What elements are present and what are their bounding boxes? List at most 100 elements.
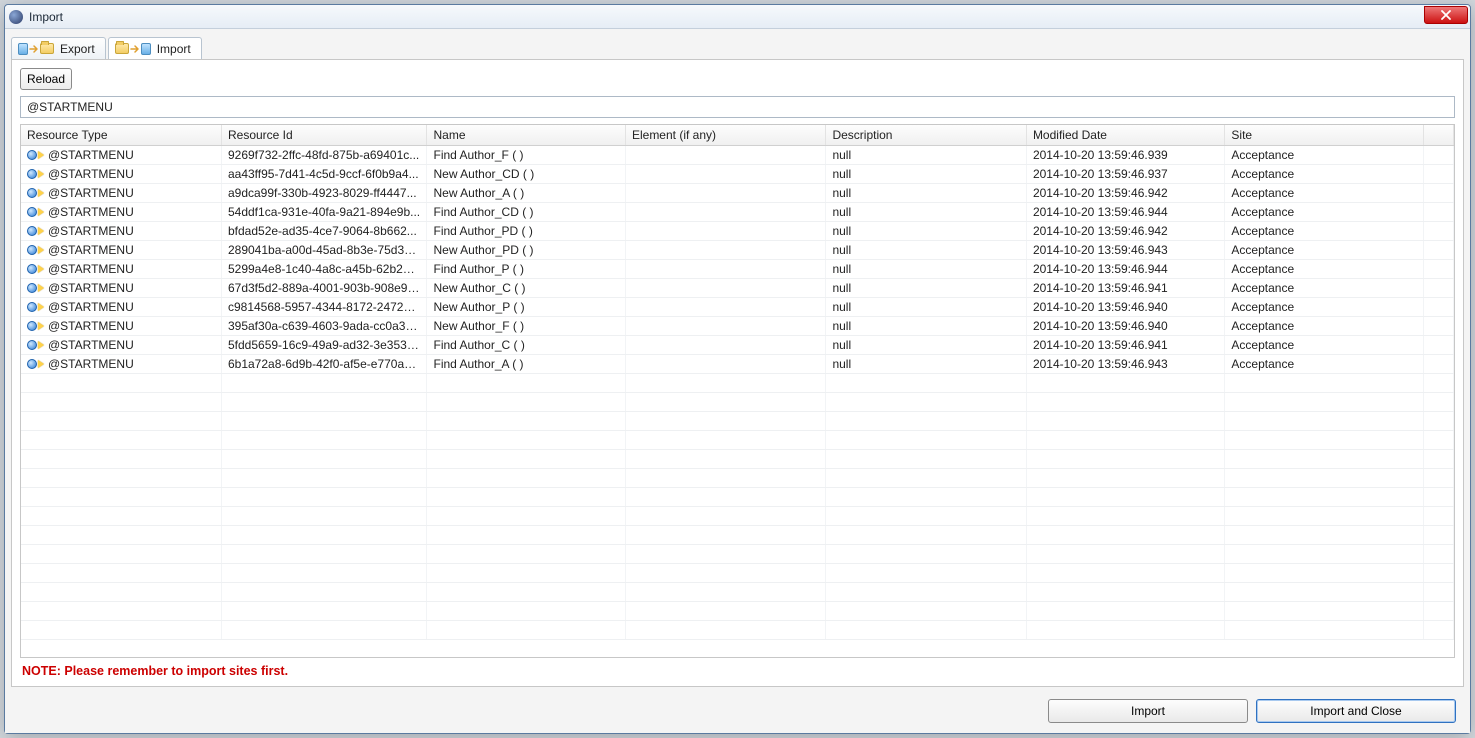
cell-element xyxy=(625,203,825,222)
close-button[interactable] xyxy=(1424,6,1468,24)
resource-icon xyxy=(27,340,44,350)
cell-resource-id: 9269f732-2ffc-48fd-875b-a69401c... xyxy=(221,146,427,165)
col-modified[interactable]: Modified Date xyxy=(1026,125,1224,146)
table-header-row: Resource Type Resource Id Name Element (… xyxy=(21,125,1454,146)
tab-export[interactable]: Export xyxy=(11,37,106,59)
resource-icon xyxy=(27,302,44,312)
cell-resource-type: @STARTMENU xyxy=(48,262,134,276)
cell-name: Find Author_PD ( ) xyxy=(427,222,625,241)
cell-site: Acceptance xyxy=(1225,279,1423,298)
cell-modified: 2014-10-20 13:59:46.943 xyxy=(1026,355,1224,374)
table-row[interactable]: @STARTMENU289041ba-a00d-45ad-8b3e-75d34.… xyxy=(21,241,1454,260)
col-site[interactable]: Site xyxy=(1225,125,1423,146)
table-row[interactable]: @STARTMENU6b1a72a8-6d9b-42f0-af5e-e770aa… xyxy=(21,355,1454,374)
resource-icon xyxy=(27,245,44,255)
cell-description: null xyxy=(826,146,1026,165)
cell-site: Acceptance xyxy=(1225,298,1423,317)
table-row-empty xyxy=(21,393,1454,412)
table-row[interactable]: @STARTMENUaa43ff95-7d41-4c5d-9ccf-6f0b9a… xyxy=(21,165,1454,184)
cell-description: null xyxy=(826,260,1026,279)
import-and-close-button[interactable]: Import and Close xyxy=(1256,699,1456,723)
cell-site: Acceptance xyxy=(1225,146,1423,165)
table-row-empty xyxy=(21,564,1454,583)
cell-name: Find Author_P ( ) xyxy=(427,260,625,279)
cell-name: Find Author_F ( ) xyxy=(427,146,625,165)
cell-modified: 2014-10-20 13:59:46.942 xyxy=(1026,184,1224,203)
titlebar[interactable]: Import xyxy=(5,5,1470,29)
cell-element xyxy=(625,298,825,317)
cell-resource-type: @STARTMENU xyxy=(48,357,134,371)
cell-element xyxy=(625,279,825,298)
cell-resource-type: @STARTMENU xyxy=(48,148,134,162)
table-row[interactable]: @STARTMENU5fdd5659-16c9-49a9-ad32-3e3537… xyxy=(21,336,1454,355)
cell-resource-id: 395af30a-c639-4603-9ada-cc0a31... xyxy=(221,317,427,336)
resource-icon xyxy=(27,321,44,331)
col-resource-id[interactable]: Resource Id xyxy=(221,125,427,146)
table-row[interactable]: @STARTMENU 67d3f5d2-889a-4001-903b-908e95… xyxy=(21,279,1454,298)
table-row-empty xyxy=(21,431,1454,450)
cell-name: New Author_PD ( ) xyxy=(427,241,625,260)
table-row-empty xyxy=(21,450,1454,469)
cell-description: null xyxy=(826,336,1026,355)
table-row-empty xyxy=(21,602,1454,621)
col-element[interactable]: Element (if any) xyxy=(625,125,825,146)
import-button[interactable]: Import xyxy=(1048,699,1248,723)
table-row[interactable]: @STARTMENU54ddf1ca-931e-40fa-9a21-894e9b… xyxy=(21,203,1454,222)
cell-resource-type: @STARTMENU xyxy=(48,224,134,238)
tab-import[interactable]: Import xyxy=(108,37,202,59)
table-row-empty xyxy=(21,469,1454,488)
col-name[interactable]: Name xyxy=(427,125,625,146)
cell-site: Acceptance xyxy=(1225,241,1423,260)
cell-resource-id: aa43ff95-7d41-4c5d-9ccf-6f0b9a4... xyxy=(221,165,427,184)
table-row-empty xyxy=(21,374,1454,393)
table-row[interactable]: @STARTMENU5299a4e8-1c40-4a8c-a45b-62b2bf… xyxy=(21,260,1454,279)
client-area: Export Import Reload xyxy=(5,29,1470,733)
cell-resource-type: @STARTMENU xyxy=(48,300,134,314)
tab-bar: Export Import xyxy=(11,35,1464,59)
cell-resource-type: @STARTMENU xyxy=(48,281,134,295)
resource-icon xyxy=(27,359,44,369)
table-row[interactable]: @STARTMENUa9dca99f-330b-4923-8029-ff4447… xyxy=(21,184,1454,203)
cell-resource-id: 54ddf1ca-931e-40fa-9a21-894e9b... xyxy=(221,203,427,222)
table-row[interactable]: @STARTMENUbfdad52e-ad35-4ce7-9064-8b662.… xyxy=(21,222,1454,241)
col-spacer xyxy=(1423,125,1453,146)
table-row[interactable]: @STARTMENU 9269f732-2ffc-48fd-875b-a69401… xyxy=(21,146,1454,165)
cell-modified: 2014-10-20 13:59:46.940 xyxy=(1026,298,1224,317)
resource-icon xyxy=(27,207,44,217)
cell-description: null xyxy=(826,222,1026,241)
table-row[interactable]: @STARTMENU 395af30a-c639-4603-9ada-cc0a31… xyxy=(21,317,1454,336)
cell-element xyxy=(625,184,825,203)
table-row-empty xyxy=(21,583,1454,602)
resource-icon xyxy=(27,283,44,293)
cell-element xyxy=(625,260,825,279)
resources-table[interactable]: Resource Type Resource Id Name Element (… xyxy=(20,124,1455,658)
filter-input[interactable] xyxy=(20,96,1455,118)
cell-description: null xyxy=(826,203,1026,222)
table-row-empty xyxy=(21,488,1454,507)
col-resource-type[interactable]: Resource Type xyxy=(21,125,221,146)
table-row[interactable]: @STARTMENU c9814568-5957-4344-8172-2472a9… xyxy=(21,298,1454,317)
cell-resource-id: 67d3f5d2-889a-4001-903b-908e95... xyxy=(221,279,427,298)
cell-element xyxy=(625,317,825,336)
reload-button[interactable]: Reload xyxy=(20,68,72,90)
cell-site: Acceptance xyxy=(1225,317,1423,336)
cell-modified: 2014-10-20 13:59:46.939 xyxy=(1026,146,1224,165)
cell-description: null xyxy=(826,317,1026,336)
cell-resource-id: 289041ba-a00d-45ad-8b3e-75d34... xyxy=(221,241,427,260)
cell-description: null xyxy=(826,279,1026,298)
cell-resource-type: @STARTMENU xyxy=(48,319,134,333)
cell-element xyxy=(625,146,825,165)
cell-element xyxy=(625,355,825,374)
cell-modified: 2014-10-20 13:59:46.942 xyxy=(1026,222,1224,241)
col-description[interactable]: Description xyxy=(826,125,1026,146)
cell-name: New Author_A ( ) xyxy=(427,184,625,203)
cell-element xyxy=(625,336,825,355)
cell-site: Acceptance xyxy=(1225,184,1423,203)
cell-site: Acceptance xyxy=(1225,203,1423,222)
export-icon xyxy=(18,43,54,55)
cell-resource-id: c9814568-5957-4344-8172-2472a9... xyxy=(221,298,427,317)
cell-site: Acceptance xyxy=(1225,336,1423,355)
resource-icon xyxy=(27,150,44,160)
cell-name: New Author_P ( ) xyxy=(427,298,625,317)
resource-icon xyxy=(27,188,44,198)
